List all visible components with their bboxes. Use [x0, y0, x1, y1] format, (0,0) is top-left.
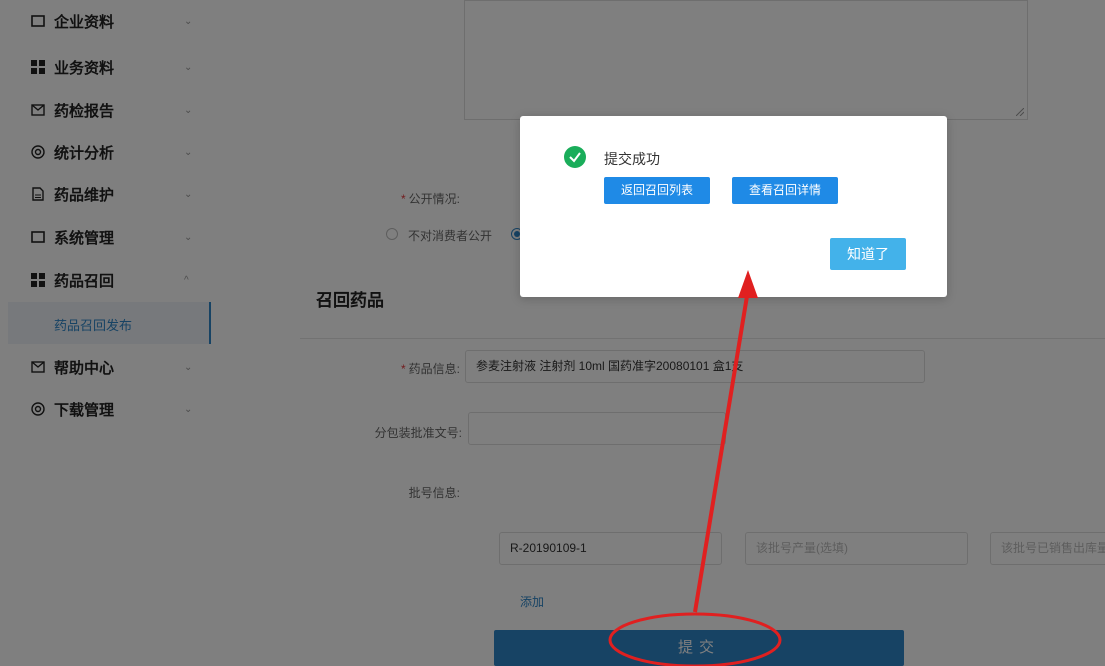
ok-button[interactable]: 知道了 [830, 238, 906, 270]
back-to-list-button[interactable]: 返回召回列表 [604, 177, 710, 204]
success-dialog: 提交成功 返回召回列表 查看召回详情 知道了 [520, 116, 947, 297]
modal-overlay [0, 0, 1105, 666]
check-circle-icon [564, 146, 586, 168]
dialog-title: 提交成功 [604, 151, 660, 167]
view-details-button[interactable]: 查看召回详情 [732, 177, 838, 204]
